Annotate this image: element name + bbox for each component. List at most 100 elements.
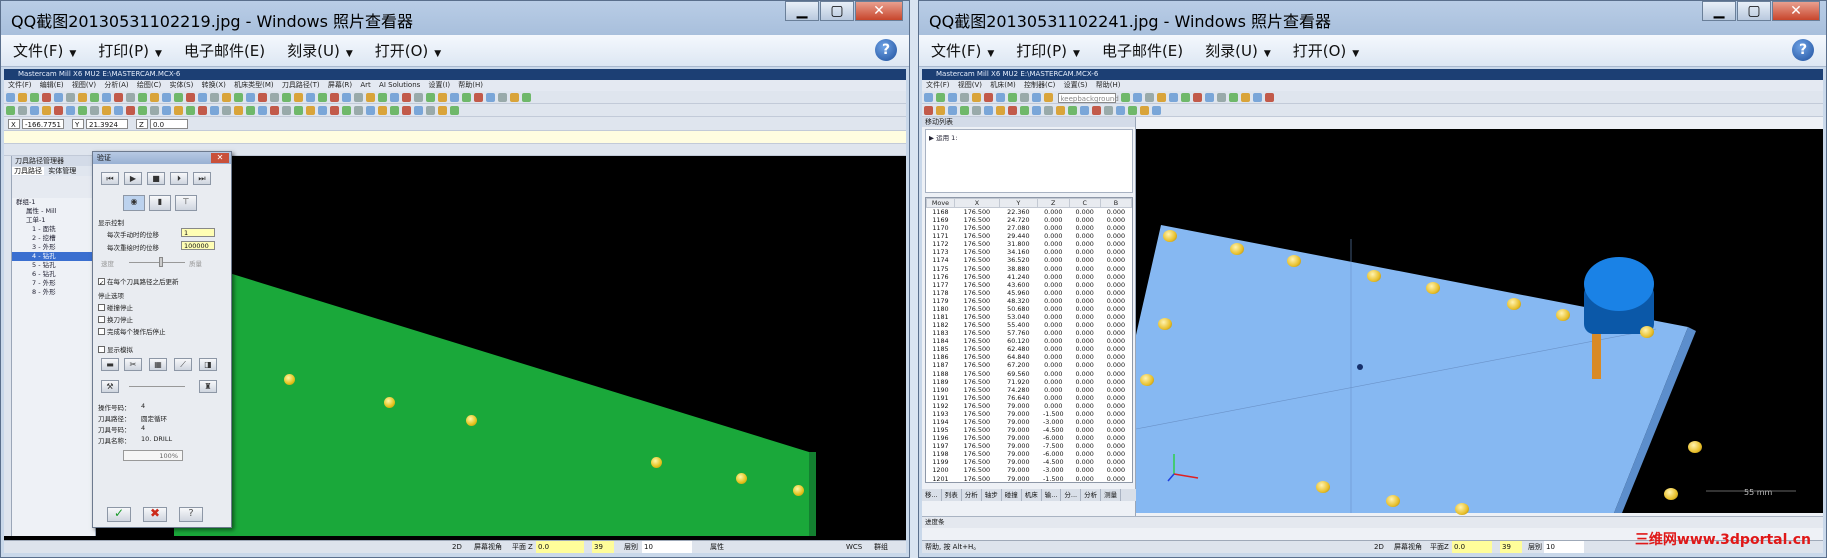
table-row[interactable]: 1174 176.500 36.520 0.000 0.000 0.000 <box>927 256 1132 264</box>
fast-forward-button[interactable]: ⏭ <box>193 172 211 185</box>
option-button[interactable]: ♜ <box>199 380 217 393</box>
tab-solids[interactable]: 实体管理 <box>46 167 78 175</box>
move-list-item[interactable]: ▶ 运用 1: <box>926 130 1132 144</box>
tab[interactable]: 分... <box>1061 489 1082 501</box>
slider-thumb[interactable] <box>159 257 163 267</box>
layer-field[interactable]: 10 <box>642 541 692 553</box>
coord-x-field[interactable]: -166.7751 <box>22 119 64 129</box>
update-checkbox[interactable]: ✓ 在每个刀具路径之后更新 <box>98 276 179 287</box>
table-row[interactable]: 1190 176.500 74.280 0.000 0.000 0.000 <box>927 386 1132 394</box>
table-row[interactable]: 1198 176.500 79.000 -6.000 0.000 0.000 <box>927 450 1132 458</box>
tab[interactable]: 移... <box>922 489 942 501</box>
table-row[interactable]: 1199 176.500 79.000 -4.500 0.000 0.000 <box>927 458 1132 466</box>
stop-toolchange-checkbox[interactable]: 换刀停止 <box>98 314 133 324</box>
coord-z-field[interactable]: 0.0 <box>150 119 188 129</box>
table-row[interactable]: 1172 176.500 31.800 0.000 0.000 0.000 <box>927 240 1132 248</box>
close-button[interactable]: ✕ <box>855 1 903 21</box>
minimize-button[interactable]: ▁ <box>785 1 819 21</box>
show-simulation-checkbox[interactable]: 显示模拟 <box>98 344 133 354</box>
menu-open[interactable]: 打开(O) ▼ <box>363 40 451 61</box>
help-button[interactable]: ? <box>179 507 203 522</box>
table-row[interactable]: 1192 176.500 79.000 0.000 0.000 0.000 <box>927 402 1132 410</box>
tab[interactable]: 分析 <box>962 489 982 501</box>
level-field[interactable]: 39 <box>592 541 614 553</box>
table-row[interactable]: 1179 176.500 48.320 0.000 0.000 0.000 <box>927 297 1132 305</box>
menu-print[interactable]: 打印(P) ▼ <box>1004 40 1090 61</box>
menu-email[interactable]: 电子邮件(E) <box>1090 40 1193 61</box>
play-button[interactable]: ▶ <box>124 172 142 185</box>
maximize-button[interactable]: ▢ <box>1737 1 1771 21</box>
tree-item[interactable]: 1 - 面铣 <box>12 225 95 234</box>
help-icon[interactable]: ? <box>1792 39 1814 61</box>
tab[interactable]: 输... <box>1042 489 1062 501</box>
tree-item[interactable]: 8 - 外形 <box>12 288 95 297</box>
search-field[interactable]: keepbackground <box>1057 93 1119 103</box>
tab[interactable]: 碰撞 <box>1002 489 1022 501</box>
viewport-3d-right[interactable]: 55 mm <box>1136 129 1823 513</box>
layer-field[interactable]: 10 <box>1544 541 1584 553</box>
tree-item[interactable]: 6 - 钻孔 <box>12 270 95 279</box>
menu-file[interactable]: 文件(F) ▼ <box>919 40 1004 61</box>
table-row[interactable]: 1200 176.500 79.000 -3.000 0.000 0.000 <box>927 466 1132 474</box>
table-row[interactable]: 1178 176.500 45.960 0.000 0.000 0.000 <box>927 289 1132 297</box>
tree-item[interactable]: 属性 - Mill <box>12 207 95 216</box>
table-row[interactable]: 1181 176.500 53.040 0.000 0.000 0.000 <box>927 313 1132 321</box>
menu-open[interactable]: 打开(O) ▼ <box>1281 40 1369 61</box>
display-mode-button[interactable]: ◉ <box>123 195 145 211</box>
table-row[interactable]: 1184 176.500 60.120 0.000 0.000 0.000 <box>927 337 1132 345</box>
dialog-close-button[interactable]: ✕ <box>211 153 229 163</box>
close-button[interactable]: ✕ <box>1772 1 1820 21</box>
option-button[interactable]: ◨ <box>199 358 217 371</box>
ok-button[interactable]: ✓ <box>107 507 131 522</box>
option-button[interactable]: ▬ <box>101 358 119 371</box>
menu-print[interactable]: 打印(P) ▼ <box>86 40 172 61</box>
table-row[interactable]: 1180 176.500 50.680 0.000 0.000 0.000 <box>927 305 1132 313</box>
menu-email[interactable]: 电子邮件(E) <box>172 40 275 61</box>
table-row[interactable]: 1175 176.500 38.880 0.000 0.000 0.000 <box>927 264 1132 273</box>
column-header[interactable]: Move <box>926 198 955 208</box>
tab-toolpaths[interactable]: 刀具路径 <box>12 167 44 175</box>
table-row[interactable]: 1201 176.500 79.000 -1.500 0.000 0.000 <box>927 475 1132 482</box>
menu-burn[interactable]: 刻录(U) ▼ <box>275 40 363 61</box>
table-row[interactable]: 1169 176.500 24.720 0.000 0.000 0.000 <box>927 216 1132 224</box>
table-row[interactable]: 1191 176.500 76.640 0.000 0.000 0.000 <box>927 394 1132 402</box>
table-row[interactable]: 1193 176.500 79.000 -1.500 0.000 0.000 <box>927 410 1132 418</box>
tree-item[interactable]: 2 - 挖槽 <box>12 234 95 243</box>
tree-item[interactable]: 7 - 外形 <box>12 279 95 288</box>
speed-slider[interactable] <box>129 262 185 263</box>
stop-button[interactable]: ■ <box>147 172 165 185</box>
table-row[interactable]: 1183 176.500 57.760 0.000 0.000 0.000 <box>927 329 1132 337</box>
titlebar[interactable]: QQ截图20130531102219.jpg - Windows 照片查看器 ▁… <box>1 1 909 35</box>
column-header[interactable]: B <box>1099 198 1132 208</box>
tab[interactable]: 列表 <box>942 489 962 501</box>
table-row[interactable]: 1194 176.500 79.000 -3.000 0.000 0.000 <box>927 418 1132 426</box>
z-depth-field[interactable]: 0.0 <box>536 541 584 553</box>
tab[interactable]: 机床 <box>1022 489 1042 501</box>
table-row[interactable]: 1187 176.500 67.200 0.000 0.000 0.000 <box>927 361 1132 369</box>
table-row[interactable]: 1189 176.500 71.920 0.000 0.000 0.000 <box>927 378 1132 386</box>
holder-mode-button[interactable]: ⊤ <box>175 195 197 211</box>
maximize-button[interactable]: ▢ <box>820 1 854 21</box>
coord-y-field[interactable]: 21.3924 <box>86 119 128 129</box>
column-header[interactable]: C <box>1068 198 1101 208</box>
redraw-field[interactable]: 100000 <box>181 241 215 250</box>
option-button[interactable]: ▦ <box>149 358 167 371</box>
tree-item[interactable]: 群组-1 <box>12 198 95 207</box>
minimize-button[interactable]: ▁ <box>1702 1 1736 21</box>
table-row[interactable]: 1168 176.500 22.360 0.000 0.000 0.000 <box>927 208 1132 217</box>
column-header[interactable]: X <box>953 198 1000 208</box>
tree-item[interactable]: 工单-1 <box>12 216 95 225</box>
stop-each-op-checkbox[interactable]: 完成每个操作后停止 <box>98 326 166 336</box>
step-field[interactable]: 1 <box>181 228 215 237</box>
tab[interactable]: 轴步 <box>982 489 1002 501</box>
table-row[interactable]: 1197 176.500 79.000 -7.500 0.000 0.000 <box>927 442 1132 450</box>
option-button[interactable]: ⟋ <box>174 358 192 371</box>
table-row[interactable]: 1173 176.500 34.160 0.000 0.000 0.000 <box>927 248 1132 256</box>
level-field[interactable]: 39 <box>1500 541 1522 553</box>
step-button[interactable]: ⏵ <box>170 172 188 185</box>
column-header[interactable]: Z <box>1036 198 1070 208</box>
tab[interactable]: 分析 <box>1081 489 1102 501</box>
table-row[interactable]: 1185 176.500 62.480 0.000 0.000 0.000 <box>927 345 1132 353</box>
table-row[interactable]: 1171 176.500 29.440 0.000 0.000 0.000 <box>927 232 1132 240</box>
quality-slider[interactable] <box>129 386 185 387</box>
